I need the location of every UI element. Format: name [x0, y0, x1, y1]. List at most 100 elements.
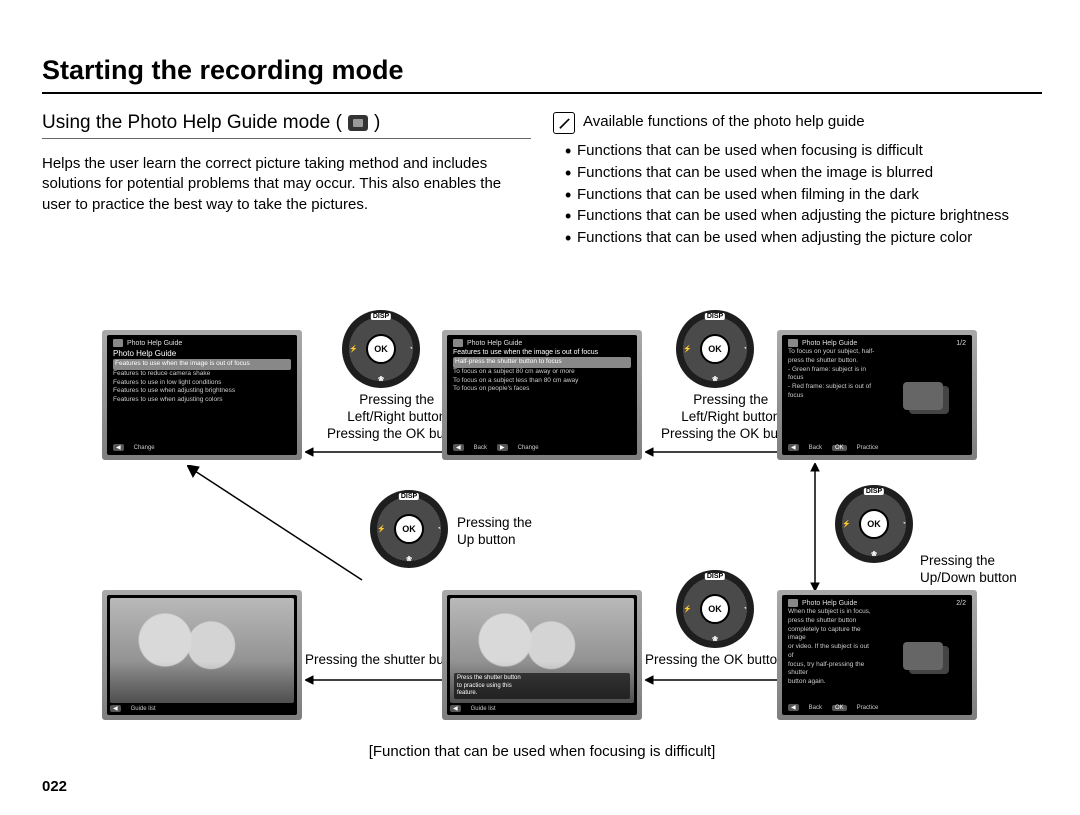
- note-bullets: Functions that can be used when focusing…: [553, 140, 1042, 249]
- heading-suffix: ): [374, 112, 380, 134]
- live-view-photo: [110, 598, 294, 703]
- lcd-menu-list: Features to use when the image is out of…: [113, 359, 291, 405]
- two-column-layout: Using the Photo Help Guide mode ( ) Help…: [42, 112, 1042, 249]
- note-bullet: Functions that can be used when the imag…: [565, 162, 1042, 184]
- lcd-footer-label: Practice: [857, 705, 879, 711]
- caption-up: Pressing the Up button: [457, 515, 532, 549]
- lcd-footer-key: OK: [832, 445, 847, 451]
- control-dial: DISP ⚡ ◔ ❀ OK: [676, 570, 754, 648]
- control-dial: DISP ⚡ ◔ ❀ OK: [676, 310, 754, 388]
- note-bullet: Functions that can be used when focusing…: [565, 140, 1042, 162]
- dial-disp-label: DISP: [399, 493, 419, 500]
- lcd-footer-label: Guide list: [131, 706, 156, 712]
- section-heading: Using the Photo Help Guide mode ( ): [42, 112, 531, 139]
- note-bullet: Functions that can be used when adjustin…: [565, 205, 1042, 227]
- control-dial: DISP ⚡ ◔ ❀ OK: [370, 490, 448, 568]
- arrow-right: [645, 445, 788, 459]
- flow-diagram: Photo Help Guide Photo Help Guide Featur…: [42, 290, 1042, 770]
- ok-button: OK: [366, 334, 396, 364]
- lcd-subtitle: Features to use when the image is out of…: [453, 349, 631, 356]
- note-title: Available functions of the photo help gu…: [583, 112, 865, 132]
- lcd-menu-item: Features to use when adjusting brightnes…: [113, 387, 291, 396]
- flash-icon: ⚡: [377, 525, 386, 533]
- lcd-footer-label: Back: [809, 705, 822, 711]
- lcd-screen-c: Photo Help Guide1/2 To focus on your sub…: [777, 330, 977, 460]
- lcd-screen-b: Photo Help Guide Features to use when th…: [442, 330, 642, 460]
- note-bullet: Functions that can be used when adjustin…: [565, 227, 1042, 249]
- lcd-footer-key: OK: [832, 705, 847, 711]
- dial-disp-label: DISP: [705, 313, 725, 320]
- lcd-menu-item: Features to reduce camera shake: [113, 370, 291, 379]
- macro-icon: ❀: [406, 555, 412, 563]
- macro-icon: ❀: [712, 635, 718, 643]
- page-number: 022: [42, 778, 67, 795]
- flow-caption: [Function that can be used when focusing…: [369, 743, 716, 760]
- lcd-title: Photo Help Guide: [802, 340, 857, 347]
- lcd-footer-label: Change: [518, 445, 539, 451]
- caption-updown: Pressing the Up/Down button: [920, 553, 1017, 587]
- right-column: Available functions of the photo help gu…: [553, 112, 1042, 249]
- flash-icon: ⚡: [683, 345, 692, 353]
- arrow-left: [645, 673, 788, 687]
- ok-button: OK: [394, 514, 424, 544]
- timer-icon: ◔: [437, 526, 441, 533]
- lcd-footer-label: Back: [809, 445, 822, 451]
- lcd-screen-photo-overlay: Press the shutter button to practice usi…: [442, 590, 642, 720]
- lcd-practice-overlay: Press the shutter button to practice usi…: [454, 673, 630, 699]
- left-column: Using the Photo Help Guide mode ( ) Help…: [42, 112, 531, 249]
- lcd-illustration: [879, 347, 966, 444]
- control-dial: DISP ⚡ ◔ ❀ OK: [835, 485, 913, 563]
- ok-button: OK: [859, 509, 889, 539]
- arrow-right: [305, 445, 455, 459]
- macro-icon: ❀: [712, 375, 718, 383]
- camera-icon: [453, 339, 463, 347]
- macro-icon: ❀: [378, 375, 384, 383]
- lcd-screen-d: Photo Help Guide 2/2 When the subject is …: [777, 590, 977, 720]
- camera-icon: [788, 599, 798, 607]
- lcd-menu-item: Features to use when adjusting colors: [113, 396, 291, 405]
- help-guide-mode-icon: [348, 115, 368, 131]
- lcd-screen-a: Photo Help Guide Photo Help Guide Featur…: [102, 330, 302, 460]
- lcd-illustration: [879, 607, 966, 704]
- timer-icon: ◔: [743, 606, 747, 613]
- title-divider: [42, 92, 1042, 94]
- arrow-diagonal: [187, 465, 367, 585]
- lcd-menu-item-selected: Features to use when the image is out of…: [113, 359, 291, 370]
- timer-icon: ◔: [409, 346, 413, 353]
- camera-icon: [113, 339, 123, 347]
- flash-icon: ⚡: [683, 605, 692, 613]
- note-bullet: Functions that can be used when filming …: [565, 184, 1042, 206]
- flash-icon: ⚡: [349, 345, 358, 353]
- control-dial: DISP ⚡ ◔ ❀ OK: [342, 310, 420, 388]
- flash-icon: ⚡: [842, 520, 851, 528]
- lcd-page-indicator: 2/2: [956, 600, 966, 607]
- lcd-page-indicator: 1/2: [956, 340, 966, 347]
- page-title: Starting the recording mode: [42, 55, 1042, 86]
- lcd-subtitle: Photo Help Guide: [113, 349, 291, 358]
- lcd-menu-item: To focus on a subject 80 cm away or more: [453, 368, 631, 377]
- lcd-menu-list: Half-press the shutter button to focus T…: [453, 357, 631, 394]
- dial-disp-label: DISP: [371, 313, 391, 320]
- lcd-menu-item: To focus on a subject less than 80 cm aw…: [453, 377, 631, 386]
- dial-disp-label: DISP: [864, 488, 884, 495]
- macro-icon: ❀: [871, 550, 877, 558]
- camera-icon: [788, 339, 798, 347]
- lcd-title: Photo Help Guide: [127, 340, 182, 347]
- arrow-vertical: [808, 463, 822, 591]
- timer-icon: ◔: [902, 521, 906, 528]
- timer-icon: ◔: [743, 346, 747, 353]
- heading-prefix: Using the Photo Help Guide mode (: [42, 112, 342, 134]
- arrow-left: [305, 673, 455, 687]
- ok-button: OK: [700, 334, 730, 364]
- lcd-footer-label: Guide list: [471, 706, 496, 712]
- lcd-footer-label: Change: [134, 445, 155, 451]
- lcd-footer-label: Practice: [857, 445, 879, 451]
- lcd-text: When the subject is in focus, press the …: [788, 608, 875, 704]
- caption-ok: Pressing the OK button: [645, 652, 785, 669]
- lcd-title: Photo Help Guide: [802, 600, 857, 607]
- lcd-menu-item: Features to use in low light conditions: [113, 379, 291, 388]
- lcd-title: Photo Help Guide: [467, 340, 522, 347]
- manual-page: Starting the recording mode Using the Ph…: [0, 0, 1080, 815]
- lcd-footer-label: Back: [474, 445, 487, 451]
- lcd-screen-photo-live: ◀Guide list: [102, 590, 302, 720]
